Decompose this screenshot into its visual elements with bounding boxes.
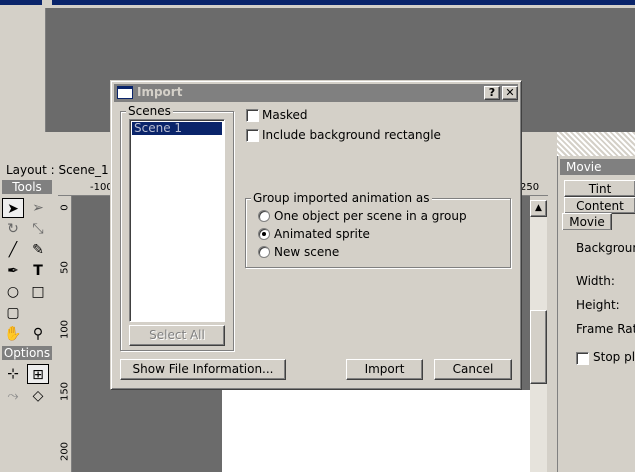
- ruler-tick-label: 200: [59, 441, 71, 462]
- scrollbar-thumb[interactable]: [530, 310, 547, 384]
- zoom-tool-icon[interactable]: ⚲: [27, 324, 49, 344]
- titlebar-fragment-2: [52, 0, 635, 5]
- snap-option-icon[interactable]: ⊹: [2, 364, 24, 384]
- distort-option-icon[interactable]: ◇: [27, 386, 49, 406]
- ruler-tick-label: 50: [59, 261, 71, 274]
- titlebar-fragment: [0, 0, 42, 5]
- show-file-information-button[interactable]: Show File Information...: [120, 359, 286, 380]
- ruler-tick-label: 150: [59, 381, 71, 402]
- movie-panel-header: Movie: [560, 159, 635, 175]
- tab-movie[interactable]: Movie: [562, 213, 612, 230]
- one-object-radio[interactable]: [258, 210, 270, 222]
- radio-selected-dot: [262, 232, 266, 236]
- straighten-option-icon[interactable]: ⤳: [2, 386, 24, 406]
- upper-left-panel: [0, 8, 46, 132]
- pen-tool-icon[interactable]: ✒: [2, 261, 24, 281]
- new-scene-label[interactable]: New scene: [274, 245, 339, 259]
- scale-tool-icon[interactable]: ⤡: [27, 219, 49, 239]
- scroll-up-arrow-icon[interactable]: ▲: [530, 200, 547, 217]
- masked-checkbox[interactable]: [246, 109, 259, 122]
- stop-playing-checkbox[interactable]: [576, 352, 589, 365]
- width-label: Width:: [576, 274, 615, 288]
- scenes-label: Scenes: [126, 104, 173, 118]
- one-object-label[interactable]: One object per scene in a group: [274, 209, 467, 223]
- ruler-tick-label: 100: [59, 319, 71, 340]
- tools-panel: Tools ➤ ➢ ↻ ⤡ ╱ ✎ ✒ T ○ □ ▢ ✋ ⚲ Options …: [0, 178, 54, 472]
- scenes-listbox[interactable]: Scene 1: [129, 119, 225, 322]
- dialog-title: Import: [137, 85, 183, 99]
- pencil-tool-icon[interactable]: ✎: [27, 240, 49, 260]
- ruler-tick-label: 0: [59, 204, 71, 211]
- help-button[interactable]: ?: [484, 86, 500, 100]
- window-icon: [117, 86, 133, 99]
- close-icon[interactable]: ✕: [502, 86, 518, 100]
- dialog-titlebar[interactable]: Import ? ✕: [114, 84, 518, 102]
- top-window-strip: [0, 0, 635, 8]
- stop-playing-label: Stop pla: [593, 350, 635, 364]
- vertical-ruler: 0 50 100 150 200: [58, 196, 72, 472]
- masked-label[interactable]: Masked: [262, 108, 307, 122]
- ellipse-tool-icon[interactable]: ○: [2, 282, 24, 302]
- animated-sprite-radio[interactable]: [258, 228, 270, 240]
- animated-sprite-label[interactable]: Animated sprite: [274, 227, 370, 241]
- frame-rate-label: Frame Rat: [576, 322, 635, 336]
- new-scene-radio[interactable]: [258, 246, 270, 258]
- group-animation-label: Group imported animation as: [251, 191, 432, 205]
- options-panel-header: Options: [2, 346, 52, 360]
- include-background-checkbox[interactable]: [246, 129, 259, 142]
- import-button[interactable]: Import: [346, 359, 423, 380]
- movie-properties-panel: Movie Tint Content Movie: [557, 156, 635, 472]
- tab-tint[interactable]: Tint: [564, 180, 635, 197]
- rectangle-tool-icon[interactable]: □: [27, 282, 49, 302]
- include-background-label[interactable]: Include background rectangle: [262, 128, 441, 142]
- vertical-scrollbar[interactable]: ▲: [530, 200, 547, 472]
- cancel-button[interactable]: Cancel: [434, 359, 512, 380]
- text-tool-icon[interactable]: T: [27, 261, 49, 281]
- tab-content[interactable]: Content: [564, 197, 635, 214]
- tools-panel-header: Tools: [2, 180, 52, 194]
- rounded-rect-tool-icon[interactable]: ▢: [2, 303, 24, 323]
- height-label: Height:: [576, 298, 620, 312]
- arrow-tool-icon[interactable]: ➤: [2, 198, 24, 218]
- background-label: Backgroun: [576, 241, 635, 255]
- line-tool-icon[interactable]: ╱: [2, 240, 24, 260]
- hand-tool-icon[interactable]: ✋: [2, 324, 24, 344]
- select-all-button[interactable]: Select All: [129, 325, 225, 346]
- stage-canvas: [222, 390, 530, 472]
- subselect-tool-icon[interactable]: ➢: [27, 198, 49, 218]
- ruler-tick-label: 250: [520, 182, 540, 193]
- rotate-tool-icon[interactable]: ↻: [2, 219, 24, 239]
- transform-option-icon[interactable]: ⊞: [27, 364, 49, 384]
- list-item[interactable]: Scene 1: [132, 122, 222, 135]
